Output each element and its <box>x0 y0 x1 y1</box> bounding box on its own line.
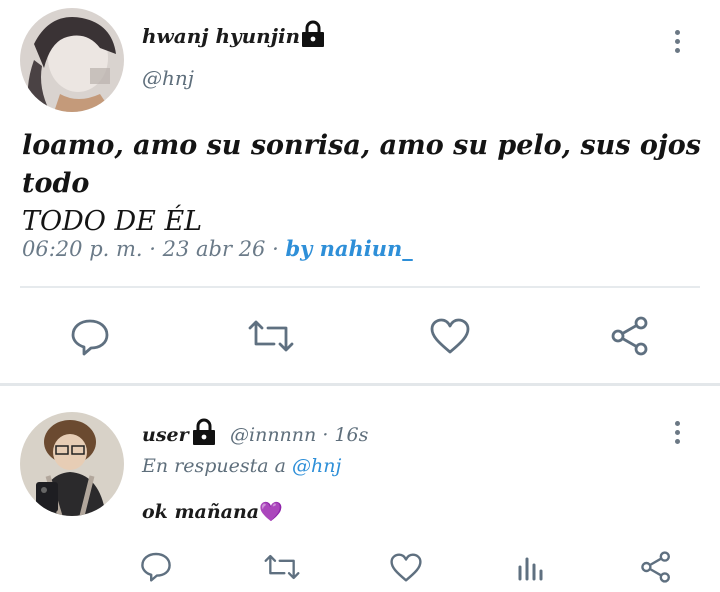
author-handle[interactable]: @hnj <box>142 66 194 90</box>
section-divider <box>0 383 720 386</box>
share-icon[interactable] <box>610 316 650 356</box>
reply-lock-icon <box>191 418 217 450</box>
tweet-meta: 06:20 p. m. · 23 abr 26 · by nahiun_ <box>22 236 413 261</box>
divider <box>20 286 700 288</box>
reply-analytics-icon[interactable] <box>517 553 545 581</box>
purple-heart-icon: 💜 <box>259 501 283 523</box>
reply-author-handle[interactable]: @innnnn <box>230 424 316 446</box>
reply-more-options-icon[interactable] <box>675 421 681 448</box>
reply-author-avatar[interactable] <box>20 412 124 516</box>
author-avatar[interactable] <box>20 8 124 112</box>
more-options-icon[interactable] <box>675 30 681 57</box>
reply-author-name[interactable]: user <box>142 424 189 446</box>
reply-reply-icon[interactable] <box>140 550 172 582</box>
tweet-time: 06:20 p. m. <box>22 237 143 261</box>
reply-like-icon[interactable] <box>390 553 422 582</box>
reply-context: En respuesta a @hnj <box>142 455 341 477</box>
author-name[interactable]: hwanj hyunjin <box>142 24 300 48</box>
tweet-text-line1: loamo, amo su sonrisa, amo su pelo, sus … <box>22 130 701 199</box>
reply-text-body: ok mañana <box>142 501 260 523</box>
reply-prefix: En respuesta a <box>142 455 286 477</box>
reply-age: · 16s <box>322 424 369 446</box>
reply-target-link[interactable]: @hnj <box>292 455 341 477</box>
tweet-date: · 23 abr 26 · <box>149 237 279 261</box>
reply-retweet-icon[interactable] <box>264 553 300 581</box>
reply-icon[interactable] <box>70 316 110 356</box>
reply-text: ok mañana💜 <box>142 500 283 523</box>
reply-author-meta: @innnnn · 16s <box>230 424 368 446</box>
tweet-text: loamo, amo su sonrisa, amo su pelo, sus … <box>22 127 702 241</box>
tweet-by-link[interactable]: by nahiun_ <box>285 236 412 261</box>
reply-share-icon[interactable] <box>640 551 672 583</box>
retweet-icon[interactable] <box>248 318 294 354</box>
like-icon[interactable] <box>430 318 470 354</box>
lock-icon <box>300 20 326 52</box>
